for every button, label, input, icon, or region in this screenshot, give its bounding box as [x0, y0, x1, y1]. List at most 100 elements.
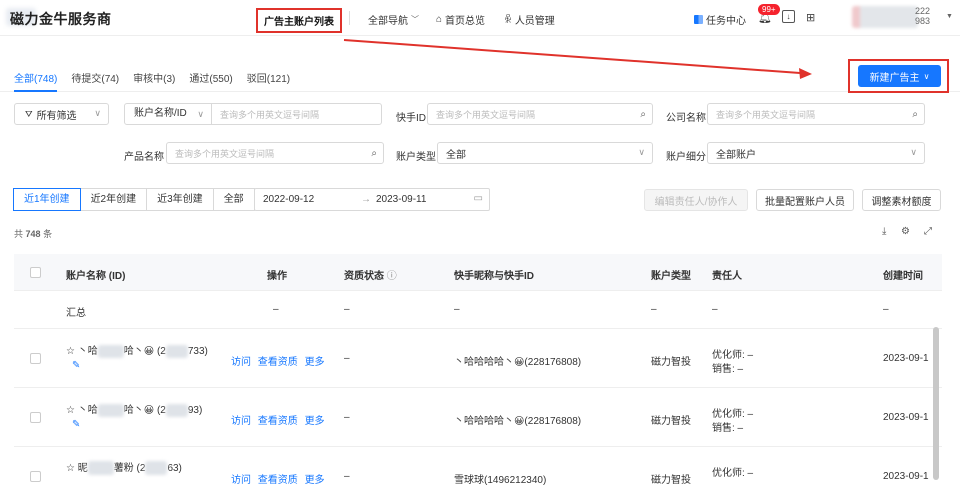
nav-people[interactable]: ꆜ 人员管理 — [504, 12, 555, 27]
visit-link[interactable]: 访问 — [231, 416, 251, 427]
product-name-input[interactable]: 查询多个用英文逗号间隔 ⌕ — [166, 142, 384, 164]
star-icon[interactable]: ☆ — [66, 346, 75, 357]
search-icon[interactable]: ⌕ — [640, 109, 646, 120]
segment-3-years[interactable]: 近3年创建 — [146, 188, 214, 211]
visit-link[interactable]: 访问 — [231, 475, 251, 486]
redacted-id — [145, 461, 168, 476]
optimizer: 优化师: – — [712, 350, 754, 361]
edit-owner-button[interactable]: 编辑责任人/协作人 — [644, 189, 748, 211]
account-type-select[interactable]: 全部 ∨ — [437, 142, 653, 164]
calendar-icon[interactable]: ▭ — [474, 193, 483, 204]
filter-icon: ⛛ — [25, 108, 33, 119]
summary-created: – — [883, 304, 889, 315]
search-icon[interactable]: ⌕ — [371, 148, 377, 159]
account-name-mid: 薯粉 — [113, 463, 134, 474]
date-end[interactable]: 2023-09-11 — [376, 194, 426, 205]
row-actions: 访问 查看资质 更多 — [231, 412, 325, 427]
search-icon[interactable]: ⌕ — [912, 109, 918, 120]
chevron-down-icon: ﹀ — [411, 15, 419, 24]
view-qualification-link[interactable]: 查看资质 — [258, 357, 298, 368]
total-prefix: 共 — [14, 229, 24, 239]
tab-all[interactable]: 全部(748) — [14, 70, 57, 85]
visit-link[interactable]: 访问 — [231, 357, 251, 368]
account-detail-value: 全部账户 — [716, 149, 756, 161]
table-row[interactable]: ☆ 丶哈 哈丶😀 (2 93) ✎ 访问 查看资质 更多 – 丶哈哈哈哈丶😀(228… — [14, 388, 942, 447]
tab-rejected[interactable]: 驳回(121) — [247, 70, 290, 85]
table-scrollbar[interactable] — [933, 327, 939, 480]
tab-reviewing[interactable]: 审核中(3) — [133, 70, 175, 85]
qualification-status: – — [344, 471, 350, 482]
date-start[interactable]: 2022-09-12 — [263, 194, 314, 205]
row-checkbox[interactable] — [30, 412, 41, 423]
account-name: ☆ 丶哈 哈丶😀 (2 733) — [66, 342, 208, 358]
account-id-prefix: (2 — [136, 463, 146, 474]
account-name: ☆ 丶哈 哈丶😀 (2 93) — [66, 401, 202, 417]
account-detail-select[interactable]: 全部账户 ∨ — [707, 142, 925, 164]
view-qualification-link[interactable]: 查看资质 — [258, 475, 298, 486]
adjust-quota-button[interactable]: 调整素材额度 — [862, 189, 941, 211]
qualification-status: – — [344, 412, 350, 423]
avatar[interactable] — [852, 6, 918, 28]
created-time: 2023-09-1 — [883, 471, 929, 482]
tab-pending[interactable]: 待提交(74) — [71, 70, 119, 85]
tab-approved[interactable]: 通过(550) — [189, 70, 232, 85]
star-icon[interactable]: ☆ — [66, 463, 75, 474]
more-link[interactable]: 更多 — [305, 357, 325, 368]
tabs-divider — [0, 91, 960, 92]
account-name-prefix: 丶哈 — [77, 405, 98, 416]
account-caret-icon[interactable]: ▼ — [946, 13, 953, 20]
more-link[interactable]: 更多 — [305, 475, 325, 486]
settings-icon[interactable]: ⚙ — [901, 226, 910, 237]
row-checkbox[interactable] — [30, 353, 41, 364]
summary-status: – — [344, 304, 350, 315]
kuaishou-id-label: 快手ID — [396, 113, 426, 124]
download-icon[interactable]: ↓ — [782, 10, 795, 23]
app-title[interactable]: 磁力金牛服务商 — [10, 9, 112, 29]
sales: 销售: – — [712, 423, 744, 434]
nav-divider — [349, 11, 350, 25]
account-name-filter: 账户名称/ID ∨ 查询多个用英文逗号间隔 — [124, 103, 382, 125]
batch-config-button[interactable]: 批量配置账户人员 — [756, 189, 854, 211]
optimizer: 优化师: – — [712, 468, 754, 479]
nav-advertiser-account-list[interactable]: 广告主账户列表 — [256, 8, 342, 33]
chevron-down-icon: ∨ — [94, 108, 101, 118]
chevron-down-icon: ∨ — [910, 147, 917, 157]
account-name-id-select[interactable]: 账户名称/ID ∨ — [125, 104, 212, 124]
company-name-input[interactable]: 查询多个用英文逗号间隔 ⌕ — [707, 103, 925, 125]
date-range-picker[interactable]: 2022-09-12 → 2023-09-11 ▭ — [254, 188, 490, 211]
edit-icon[interactable]: ✎ — [72, 419, 80, 430]
edit-icon[interactable]: ✎ — [72, 360, 80, 371]
view-qualification-link[interactable]: 查看资质 — [258, 416, 298, 427]
select-all-checkbox[interactable] — [30, 267, 41, 278]
table-row[interactable]: ☆ 丶哈 哈丶😀 (2 733) ✎ 访问 查看资质 更多 – 丶哈哈哈哈丶😀(22… — [14, 329, 942, 388]
new-advertiser-button[interactable]: 新建广告主 ∨ — [858, 65, 941, 87]
home-icon: ⌂ — [436, 14, 443, 25]
account-name-prefix: 丶哈 — [77, 346, 98, 357]
table-row[interactable]: ☆ 昵 薯粉 (2 63) 访问 查看资质 更多 – 雪球球(1496212340)… — [14, 447, 942, 487]
summary-ks: – — [454, 304, 460, 315]
task-center[interactable]: 任务中心 — [694, 12, 746, 27]
nav-all[interactable]: 全部导航 ﹀ — [368, 12, 419, 27]
help-icon[interactable]: ⓘ — [387, 271, 397, 282]
fullscreen-icon[interactable]: ⤢ — [924, 226, 932, 237]
kuaishou-id-placeholder: 查询多个用英文逗号间隔 — [436, 109, 536, 120]
col-operation: 操作 — [267, 271, 287, 282]
redacted-id — [165, 344, 188, 358]
more-link[interactable]: 更多 — [305, 416, 325, 427]
nav-home[interactable]: ⌂ 首页总览 — [436, 12, 485, 27]
export-icon[interactable]: ⤓ — [882, 226, 886, 237]
segment-all[interactable]: 全部 — [212, 188, 255, 211]
row-checkbox[interactable] — [30, 471, 41, 482]
segment-2-years[interactable]: 近2年创建 — [79, 188, 148, 211]
account-name-input[interactable]: 查询多个用英文逗号间隔 — [220, 108, 319, 121]
segment-1-year[interactable]: 近1年创建 — [13, 188, 81, 211]
row-actions: 访问 查看资质 更多 — [231, 471, 325, 486]
kuaishou-nickname-id: 雪球球(1496212340) — [454, 475, 547, 486]
kuaishou-id-input[interactable]: 查询多个用英文逗号间隔 ⌕ — [427, 103, 653, 125]
account-id-prefix: (2 — [156, 346, 166, 357]
all-filters-select[interactable]: ⛛ 所有筛选 ∨ — [14, 103, 109, 125]
account-id-suffix: 63) — [167, 463, 182, 474]
grid-icon[interactable]: ⊞ — [806, 11, 815, 24]
star-icon[interactable]: ☆ — [66, 405, 75, 416]
table-header: 账户名称 (ID) 操作 资质状态 ⓘ 快手昵称与快手ID 账户类型 责任人 创… — [14, 254, 942, 291]
